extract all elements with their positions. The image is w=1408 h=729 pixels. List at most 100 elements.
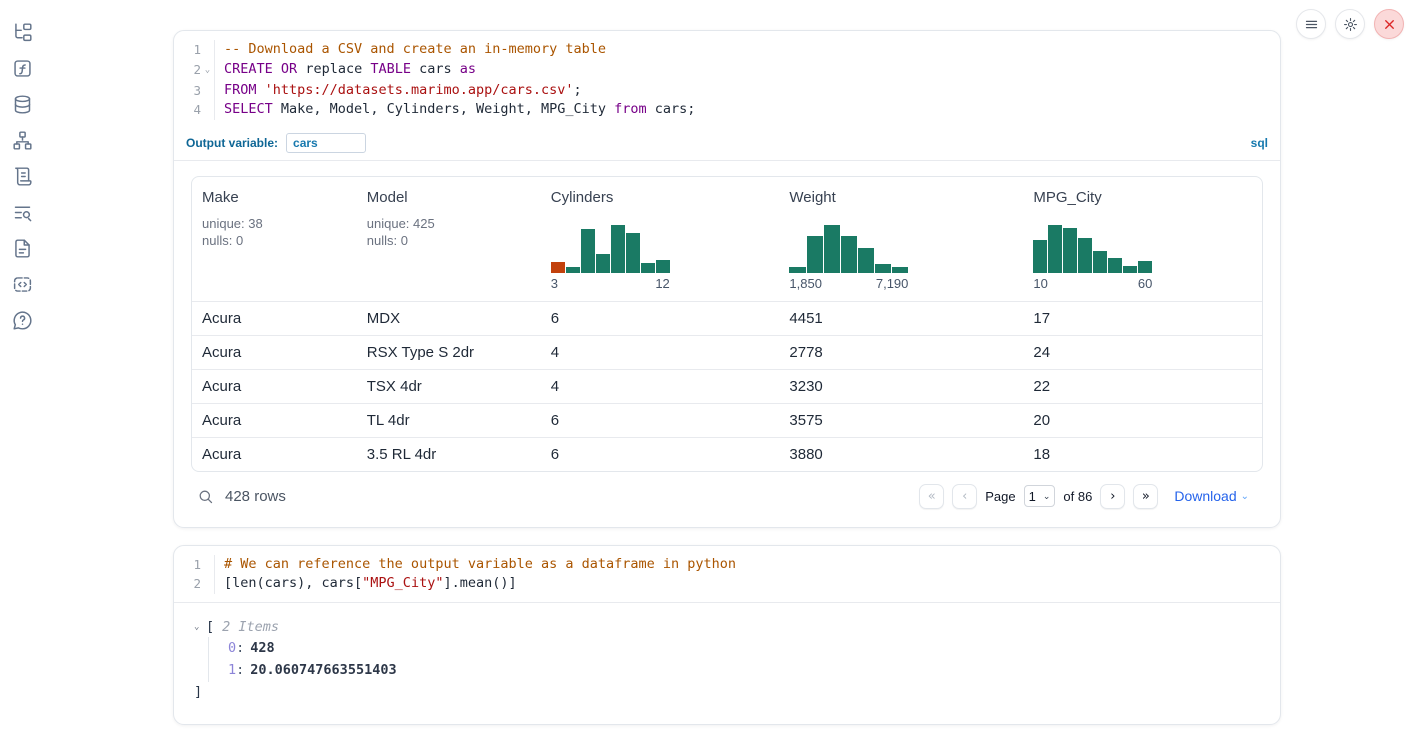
next-page-button[interactable]: › — [1100, 484, 1125, 509]
shutdown-button[interactable] — [1374, 9, 1404, 39]
page-select[interactable]: 1 ⌄ — [1024, 485, 1056, 507]
code-line[interactable]: 1-- Download a CSV and create an in-memo… — [174, 40, 1280, 60]
open-bracket: [ — [206, 617, 214, 637]
table-cell: Acura — [192, 404, 357, 437]
code-line[interactable]: 2[len(cars), cars["MPG_City"].mean()] — [174, 574, 1280, 594]
histogram-bar[interactable] — [1048, 225, 1062, 273]
column-header-weight[interactable]: Weight 1,8507,190 — [779, 177, 1023, 301]
table-cell: Acura — [192, 336, 357, 369]
row-count: 428 rows — [225, 488, 286, 505]
table-cell: 3230 — [779, 370, 1023, 403]
tree-body: 0:4281:20.060747663551403 — [208, 637, 1263, 682]
token-plain: cars — [411, 61, 460, 77]
histogram-bar[interactable] — [581, 229, 595, 273]
column-label: Make — [202, 189, 347, 206]
item-key: 1 — [228, 662, 236, 678]
settings-button[interactable] — [1335, 9, 1365, 39]
chevron-down-icon: ⌄ — [1241, 491, 1249, 502]
histogram-bar[interactable] — [551, 262, 565, 273]
histogram-bar[interactable] — [1108, 258, 1122, 273]
sql-code-editor[interactable]: 1-- Download a CSV and create an in-memo… — [174, 31, 1280, 128]
histogram-bar[interactable] — [807, 236, 823, 273]
search-icon — [197, 488, 214, 505]
close-icon — [1382, 17, 1397, 32]
histogram-bar[interactable] — [875, 264, 891, 273]
logs-icon[interactable] — [12, 202, 33, 223]
menu-button[interactable] — [1296, 9, 1326, 39]
code-text: -- Download a CSV and create an in-memor… — [215, 40, 606, 60]
table-cell: 17 — [1023, 302, 1262, 335]
token-keyword: from — [614, 101, 647, 117]
histogram-bar[interactable] — [1123, 266, 1137, 273]
outline-icon[interactable] — [12, 166, 33, 187]
file-explorer-icon[interactable] — [12, 22, 33, 43]
stat-line: nulls: 0 — [367, 233, 531, 250]
snippets-icon[interactable] — [12, 238, 33, 259]
column-header-model[interactable]: Modelunique: 425nulls: 0 — [357, 177, 541, 301]
code-line[interactable]: 1# We can reference the output variable … — [174, 555, 1280, 575]
histogram-bar[interactable] — [641, 263, 655, 273]
histogram-bar[interactable] — [1093, 251, 1107, 273]
table-cell: 4 — [541, 336, 780, 369]
python-code-editor[interactable]: 1# We can reference the output variable … — [174, 546, 1280, 602]
list-item: 1:20.060747663551403 — [228, 659, 1263, 682]
first-page-button[interactable]: « — [919, 484, 944, 509]
column-header-mpg_city[interactable]: MPG_City1060 — [1023, 177, 1262, 301]
token-plain: [len(cars), cars[ — [224, 575, 362, 591]
histogram-mpg_city[interactable]: 1060 — [1033, 225, 1152, 291]
chevron-left-icon: ‹ — [962, 489, 967, 504]
histogram-bar[interactable] — [841, 236, 857, 273]
histogram-cylinders[interactable]: 312 — [551, 225, 670, 291]
column-label: Weight — [789, 189, 1013, 206]
help-icon[interactable] — [12, 310, 33, 331]
language-badge[interactable]: sql — [1251, 136, 1268, 150]
table-footer: 428 rows « ‹ Page 1 ⌄ of 86 › » Download… — [191, 472, 1263, 521]
code-line[interactable]: 4SELECT Make, Model, Cylinders, Weight, … — [174, 100, 1280, 120]
last-page-button[interactable]: » — [1133, 484, 1158, 509]
histogram-bar[interactable] — [1138, 261, 1152, 273]
table-cell: MDX — [357, 302, 541, 335]
histogram-bar[interactable] — [858, 248, 874, 273]
histogram-bar[interactable] — [596, 254, 610, 273]
chevrons-right-icon: » — [1142, 489, 1150, 504]
code-line[interactable]: 3FROM 'https://datasets.marimo.app/cars.… — [174, 81, 1280, 101]
token-plain: replace — [297, 61, 370, 77]
histogram-weight[interactable]: 1,8507,190 — [789, 225, 908, 291]
variables-icon[interactable] — [12, 58, 33, 79]
histogram-bar[interactable] — [626, 233, 640, 273]
axis-min-label: 3 — [551, 276, 558, 291]
prev-page-button[interactable]: ‹ — [952, 484, 977, 509]
python-cell: 1# We can reference the output variable … — [173, 545, 1281, 725]
code-line[interactable]: 2⌄CREATE OR replace TABLE cars as — [174, 60, 1280, 81]
histogram-bar[interactable] — [1033, 240, 1047, 273]
token-keyword: TABLE — [370, 61, 411, 77]
chevron-down-icon[interactable]: ⌄ — [194, 617, 204, 637]
histogram-bar[interactable] — [611, 225, 625, 273]
histogram-bar[interactable] — [656, 260, 670, 273]
column-header-cylinders[interactable]: Cylinders312 — [541, 177, 780, 301]
table-cell: 3.5 RL 4dr — [357, 438, 541, 471]
column-stats: unique: 38nulls: 0 — [202, 216, 347, 250]
output-variable-input[interactable] — [286, 133, 366, 153]
table-cell: 18 — [1023, 438, 1262, 471]
search-button[interactable] — [197, 488, 214, 505]
line-number: 3 — [174, 81, 201, 101]
dependency-graph-icon[interactable] — [12, 130, 33, 151]
stat-line: nulls: 0 — [202, 233, 347, 250]
histogram-bar[interactable] — [824, 225, 840, 273]
documentation-icon[interactable] — [12, 274, 33, 295]
fold-chevron-icon[interactable]: ⌄ — [201, 60, 214, 81]
datasources-icon[interactable] — [12, 94, 33, 115]
column-header-make[interactable]: Make unique: 38nulls: 0 — [192, 177, 357, 301]
histogram-axis: 312 — [551, 276, 670, 291]
histogram-bar[interactable] — [1063, 228, 1077, 273]
histogram-bar[interactable] — [1078, 238, 1092, 273]
download-button[interactable]: Download ⌄ — [1174, 488, 1249, 504]
histogram-bar[interactable] — [566, 267, 580, 273]
table-cell: TL 4dr — [357, 404, 541, 437]
histogram-bar[interactable] — [892, 267, 908, 273]
stat-line: unique: 38 — [202, 216, 347, 233]
histogram-axis: 1060 — [1033, 276, 1152, 291]
histogram-bar[interactable] — [789, 267, 805, 273]
table-cell: Acura — [192, 370, 357, 403]
